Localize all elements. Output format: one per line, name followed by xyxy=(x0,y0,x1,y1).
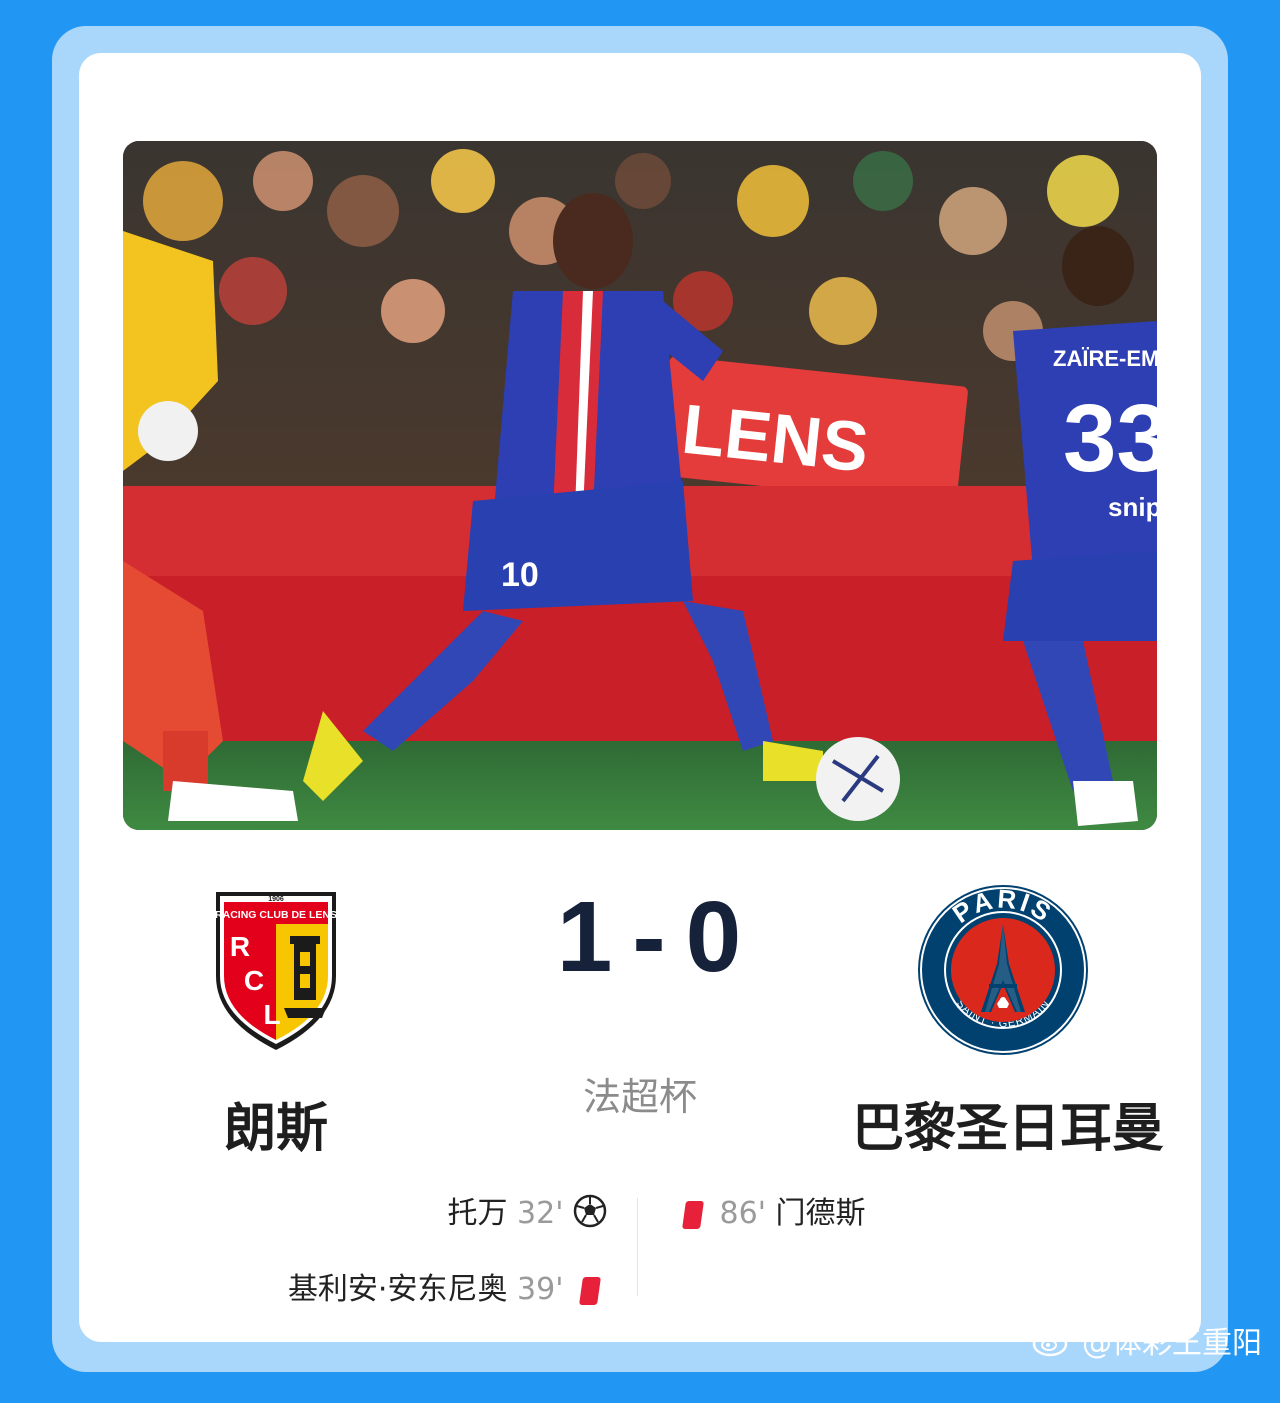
home-score: 1 xyxy=(556,881,615,993)
away-team-name: 巴黎圣日耳曼 xyxy=(852,1099,1165,1159)
event-minute: 32' xyxy=(517,1196,564,1231)
event-player: 基利安·安东尼奥 xyxy=(287,1272,508,1307)
sponsor-text: snip xyxy=(1108,492,1157,522)
crest-letter-l: L xyxy=(263,999,280,1030)
psg-crest-icon: PARIS SAINT · GERMAIN xyxy=(918,883,1088,1055)
red-card-icon xyxy=(579,1276,601,1305)
crest-letter-c: C xyxy=(244,965,264,996)
home-event-red-card: 基利安·安东尼奥 39' xyxy=(288,1264,607,1308)
crest-year: 1906 xyxy=(268,896,284,903)
weibo-logo-icon xyxy=(1032,1327,1074,1357)
away-score: 0 xyxy=(685,881,744,993)
home-event-goal: 托万 32' xyxy=(447,1188,607,1236)
competition-label: 法超杯 xyxy=(582,1075,697,1119)
event-player: 门德斯 xyxy=(775,1196,866,1231)
away-event-red-card: 86' 门德斯 xyxy=(676,1188,866,1232)
jersey-right-name: ZAÏRE-EMER xyxy=(1053,346,1157,371)
soccer-ball-icon xyxy=(573,1194,607,1236)
jersey-right-number: 33 xyxy=(1063,385,1157,492)
score: 1-0 xyxy=(540,880,760,995)
crest-name: RACING CLUB DE LENS xyxy=(215,909,337,921)
away-crest: PARIS SAINT · GERMAIN xyxy=(917,883,1089,1056)
crest-letter-r: R xyxy=(230,931,250,962)
red-card-icon xyxy=(682,1200,704,1229)
event-player: 托万 xyxy=(447,1196,508,1231)
home-team-name: 朗斯 xyxy=(224,1099,329,1159)
event-minute: 86' xyxy=(719,1196,766,1231)
rc-lens-crest-icon: 1906 RACING CLUB DE LENS R C L xyxy=(215,892,337,1050)
home-crest: 1906 RACING CLUB DE LENS R C L xyxy=(214,890,338,1052)
watermark: @体彩王重阳 xyxy=(1032,1318,1262,1362)
match-photo: LENS 10 ZAÏRE-EMER 33 snip xyxy=(123,141,1157,830)
jersey-left-number: 10 xyxy=(501,556,539,594)
watermark-text: @体彩王重阳 xyxy=(1082,1326,1262,1361)
score-separator: - xyxy=(632,881,668,993)
events-divider xyxy=(637,1198,638,1296)
event-minute: 39' xyxy=(517,1272,564,1307)
